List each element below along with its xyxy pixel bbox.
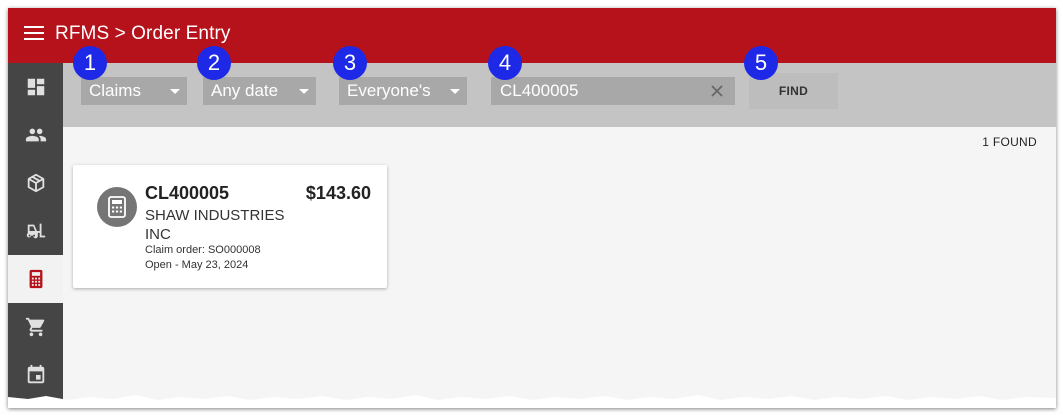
date-filter-value: Any date <box>211 81 279 100</box>
sidebar-item-dashboard[interactable] <box>8 63 63 111</box>
app-window: RFMS > Order Entry Claims Any date Every… <box>8 8 1056 408</box>
results-count: 1 FOUND <box>982 135 1037 149</box>
forklift-icon <box>26 223 45 239</box>
claim-card[interactable]: CL400005 $143.60 SHAW INDUSTRIES INC Cla… <box>73 165 387 288</box>
avatar <box>97 187 137 227</box>
owner-filter-dropdown[interactable]: Everyone's <box>339 77 467 105</box>
dashboard-icon <box>27 78 44 96</box>
search-box <box>491 77 735 105</box>
cart-icon <box>25 317 44 337</box>
calculator-icon <box>29 269 42 289</box>
owner-filter-value: Everyone's <box>347 81 431 100</box>
people-icon <box>25 128 46 142</box>
hamburger-menu-icon[interactable] <box>24 26 44 42</box>
torn-edge <box>8 395 1056 408</box>
customer-name: SHAW INDUSTRIES INC <box>145 207 285 243</box>
package-icon <box>27 173 44 193</box>
calculator-icon <box>108 196 126 218</box>
sidebar-item-people[interactable] <box>8 111 63 159</box>
claim-amount: $143.60 <box>305 183 371 203</box>
claims-type-dropdown[interactable]: Claims <box>81 77 187 105</box>
results-area: 1 FOUND CL400005 $143.60 SHAW INDUSTRIES… <box>63 127 1056 408</box>
sidebar <box>8 63 63 408</box>
sidebar-item-products[interactable] <box>8 159 63 207</box>
claims-type-value: Claims <box>89 81 141 100</box>
calendar-icon <box>27 364 44 384</box>
step-badge-3: 3 <box>333 46 367 80</box>
search-input[interactable] <box>491 77 701 105</box>
date-filter-dropdown[interactable]: Any date <box>203 77 316 105</box>
sidebar-item-cart[interactable] <box>8 303 63 351</box>
claim-id: CL400005 <box>145 183 230 203</box>
app-title: RFMS > Order Entry <box>55 23 231 44</box>
step-badge-1: 1 <box>73 46 107 80</box>
app-header: RFMS > Order Entry <box>8 8 1056 63</box>
sidebar-item-forklift[interactable] <box>8 207 63 255</box>
caret-down-icon <box>299 89 309 94</box>
step-badge-2: 2 <box>197 46 231 80</box>
step-badge-4: 4 <box>488 46 522 80</box>
step-badge-5: 5 <box>744 46 778 80</box>
caret-down-icon <box>450 89 460 94</box>
claim-status-text: Open - May 23, 2024 <box>145 259 249 271</box>
close-icon[interactable] <box>709 83 725 99</box>
claim-order-text: Claim order: SO000008 <box>145 244 261 256</box>
sidebar-item-order-entry[interactable] <box>8 255 63 303</box>
caret-down-icon <box>170 89 180 94</box>
